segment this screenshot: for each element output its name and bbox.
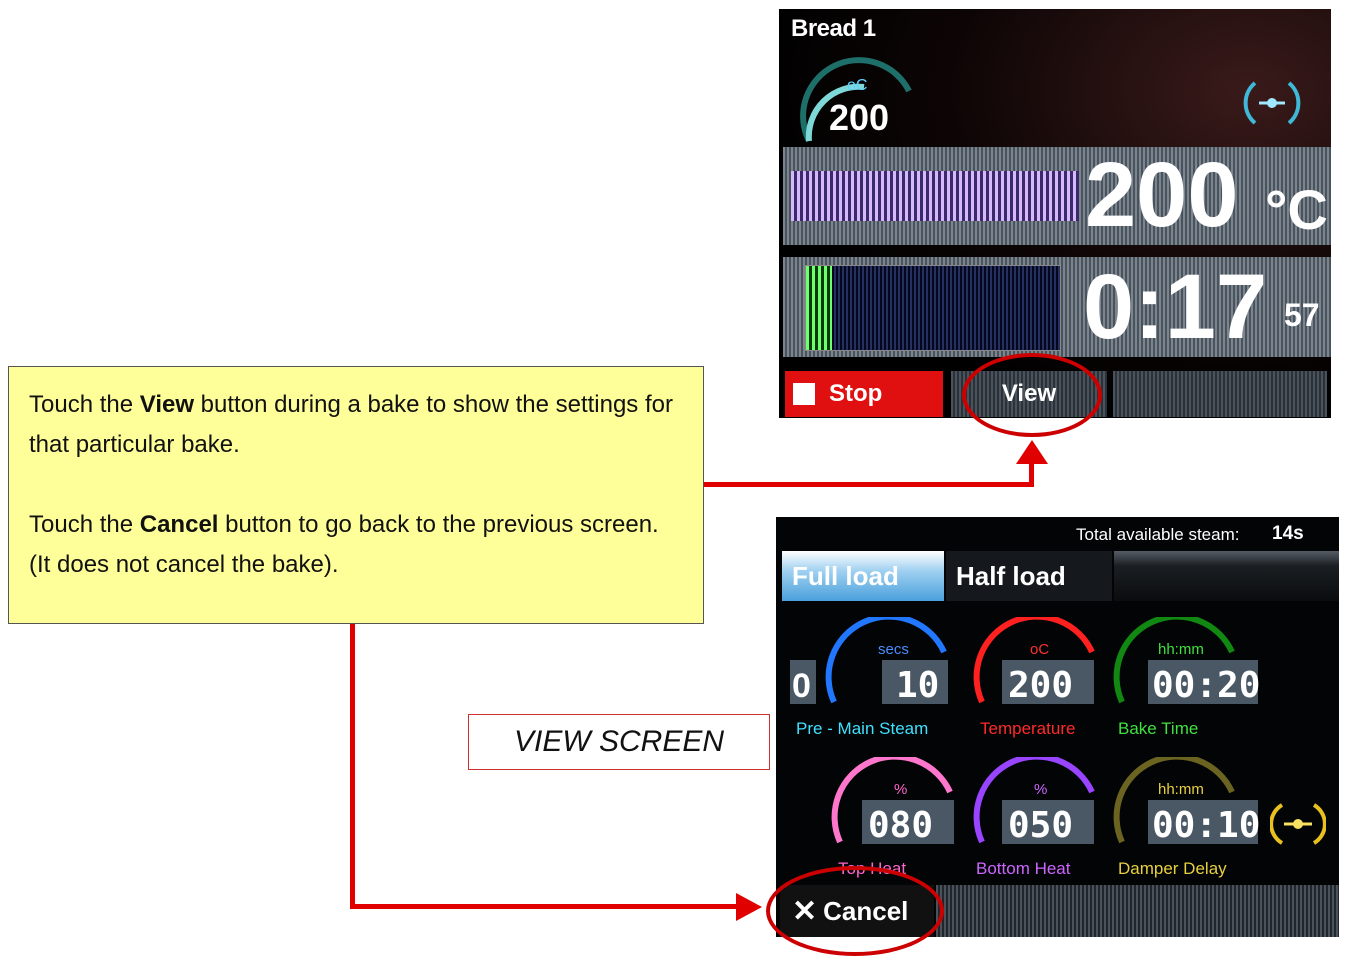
tab-full-load[interactable]: Full load [782,551,944,601]
bottom-button-bar [936,885,1339,937]
empty-button [1113,371,1327,417]
recipe-title: Bread 1 [791,15,876,42]
arrow-view-horizontal [704,482,1034,487]
damper-delay-unit: hh:mm [1158,781,1204,798]
tab-half-load-label: Half load [956,560,1066,591]
stop-square-icon [793,383,815,405]
stop-label: Stop [829,380,883,407]
dial-value: 200 [829,97,890,138]
damper-delay-value: 00:10 [1152,805,1261,846]
top-heat-value: 080 [868,805,934,846]
arrow-cancel-vertical [350,624,355,909]
top-heat-unit: % [894,781,908,798]
pre-main-steam-label: Pre - Main Steam [796,719,929,738]
pre-steam-left-value: 0 [792,667,811,705]
bottom-heat-unit: % [1034,781,1048,798]
view-screen-label: VIEW SCREEN [468,714,770,770]
fan-icon[interactable] [1241,77,1303,129]
pre-main-steam-unit: secs [878,641,909,658]
pre-main-steam-value: 10 [896,665,940,706]
bake-time-value: 00:20 [1152,665,1261,706]
temperature-setting-value: 200 [1008,665,1074,706]
callout-paragraph-cancel: Touch the Cancel button to go back to th… [29,511,659,578]
time-progress-fill [806,266,832,350]
steam-label: Total available steam: [1076,525,1240,544]
tab-bar-fill [1114,551,1339,601]
tab-full-load-label: Full load [792,560,899,591]
temperature-setting-label: Temperature [980,719,1076,738]
dial-unit: oC [847,77,868,94]
temperature-bar [791,171,1079,221]
temperature-reading: 200 [1085,144,1239,246]
steam-value: 14s [1272,523,1304,544]
arrow-cancel-horizontal [350,904,740,909]
bake-time-label: Bake Time [1118,719,1199,738]
bottom-heat-value: 050 [1008,805,1074,846]
arrow-view-head [1016,440,1048,464]
time-remaining: 0:17 [1083,256,1268,358]
instruction-callout: Touch the View button during a bake to s… [8,366,704,624]
temperature-unit: °C [1265,178,1328,241]
temperature-setting-unit: oC [1030,641,1050,658]
callout-paragraph-view: Touch the View button during a bake to s… [29,391,673,458]
tab-half-load[interactable]: Half load [946,551,1112,601]
cancel-button-highlight [766,866,944,956]
stop-button[interactable]: Stop [785,371,943,417]
time-progress-bar [805,265,1061,351]
view-button-highlight [962,353,1102,437]
bake-time-unit: hh:mm [1158,641,1204,658]
damper-icon[interactable] [1270,801,1326,847]
arrow-cancel-head [736,893,762,921]
damper-delay-label: Damper Delay [1118,859,1227,878]
bottom-heat-label: Bottom Heat [976,859,1071,878]
time-seconds: 57 [1284,297,1320,333]
